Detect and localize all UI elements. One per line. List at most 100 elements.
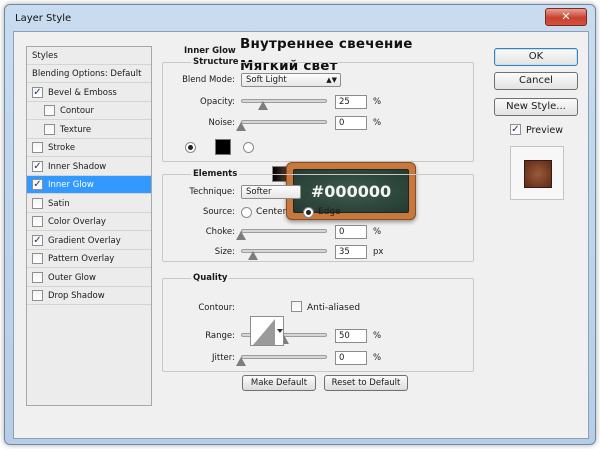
dialog-client: Styles Blending Options: Default ✓ Bevel &… [13,31,589,439]
contour-curve-icon [253,319,283,345]
source-center-label: Center [256,207,287,217]
annotation-inner-glow: Внутреннее свечение [240,36,413,52]
close-icon: ✕ [561,10,571,23]
noise-slider[interactable] [241,120,327,124]
noise-unit: % [373,118,382,128]
blend-mode-select[interactable]: Soft Light ▲▼ [241,73,341,87]
source-edge-radio[interactable] [303,207,314,218]
structure-title: Structure [191,57,241,67]
style-checkbox[interactable] [32,142,43,153]
noise-input[interactable]: 0 [335,116,367,130]
section-title-inner-glow: Inner Glow [184,46,236,56]
glow-color-swatch[interactable] [215,139,231,155]
close-button[interactable]: ✕ [545,8,587,26]
style-item-label: Drop Shadow [48,291,105,301]
style-checkbox[interactable]: ✓ [32,179,43,190]
styles-list-item[interactable]: Pattern Overlay [27,250,151,268]
blend-mode-value: Soft Light [246,75,287,85]
jitter-input[interactable]: 0 [335,351,367,365]
styles-list-header[interactable]: Styles [27,47,151,65]
style-preview [510,146,564,200]
style-checkbox[interactable] [32,253,43,264]
styles-list-item[interactable]: Color Overlay [27,213,151,231]
preview-checkbox[interactable]: ✓ [510,124,521,135]
style-checkbox[interactable]: ✓ [32,160,43,172]
style-checkbox[interactable] [44,105,55,116]
jitter-unit: % [373,353,382,363]
layer-style-window: Layer Style ✕ Styles Blending Options: D… [4,4,596,445]
opacity-slider-thumb[interactable] [257,101,268,110]
choke-input[interactable]: 0 [335,225,367,239]
source-edge-label: Edge [318,207,341,217]
style-item-label: Blending Options: Default [32,69,142,79]
jitter-label: Jitter: [212,353,235,363]
select-arrow-icon: ▲▼ [326,76,337,84]
range-label: Range: [205,331,235,341]
title-bar: Layer Style ✕ [5,5,595,31]
range-input[interactable]: 50 [335,329,367,343]
reset-default-button[interactable]: Reset to Default [324,375,408,391]
style-item-label: Contour [60,106,94,116]
window-title: Layer Style [15,13,72,24]
style-item-label: Inner Glow [48,180,94,190]
styles-list-item[interactable]: Satin [27,195,151,213]
choke-slider-thumb[interactable] [236,231,246,240]
opacity-input[interactable]: 25 [335,95,367,109]
styles-list-item[interactable]: Texture [27,121,151,139]
ok-button[interactable]: OK [494,48,578,66]
contour-label: Contour: [198,303,235,313]
new-style-button[interactable]: New Style... [494,98,578,116]
styles-list-item[interactable]: ✓ Gradient Overlay [27,232,151,250]
anti-aliased-label: Anti-aliased [307,303,361,313]
size-unit: px [373,247,384,257]
style-checkbox[interactable] [32,216,43,227]
styles-header-label: Styles [32,51,58,61]
technique-value: Softer [246,187,272,197]
elements-title: Elements [191,169,240,179]
style-checkbox[interactable] [32,271,43,283]
cancel-button[interactable]: Cancel [494,72,578,90]
source-center-radio[interactable] [241,207,252,218]
size-slider-thumb[interactable] [248,251,259,260]
gradient-radio[interactable] [243,142,254,153]
styles-list-item[interactable]: Blending Options: Default [27,65,151,83]
styles-list-item[interactable]: ✓ Inner Glow [27,176,151,194]
style-checkbox[interactable] [44,123,55,135]
choke-slider[interactable] [241,229,327,233]
styles-list-item[interactable]: Stroke [27,139,151,157]
size-input[interactable]: 35 [335,245,367,259]
styles-list-item[interactable]: Drop Shadow [27,287,151,305]
style-checkbox[interactable]: ✓ [32,234,43,246]
anti-aliased-checkbox[interactable] [291,301,302,312]
style-checkbox[interactable] [32,290,43,301]
style-checkbox[interactable]: ✓ [32,86,43,98]
source-label: Source: [202,207,235,217]
preview-swatch [524,160,552,188]
opacity-slider[interactable] [241,99,327,103]
styles-list: Styles Blending Options: Default ✓ Bevel &… [26,46,152,406]
make-default-button[interactable]: Make Default [242,375,316,391]
contour-picker[interactable] [250,316,284,346]
preview-label: Preview [526,125,563,136]
technique-select[interactable]: Softer [241,185,301,199]
opacity-unit: % [373,97,382,107]
style-item-label: Color Overlay [48,217,106,227]
styles-list-item[interactable]: ✓ Bevel & Emboss [27,84,151,102]
elements-group: Elements Technique: Softer Source: Cente… [162,169,474,262]
styles-list-item[interactable]: Outer Glow [27,269,151,287]
jitter-slider-thumb[interactable] [236,357,246,366]
technique-label: Technique: [189,187,235,197]
style-item-label: Pattern Overlay [48,254,115,264]
jitter-slider[interactable] [241,355,327,359]
noise-slider-thumb[interactable] [236,122,246,131]
styles-list-item[interactable]: ✓ Inner Shadow [27,158,151,176]
style-item-label: Bevel & Emboss [48,87,117,98]
style-item-label: Satin [48,198,70,209]
choke-label: Choke: [205,227,235,237]
color-radio[interactable] [185,142,196,153]
style-checkbox[interactable] [32,197,43,209]
styles-list-item[interactable]: Contour [27,102,151,120]
style-item-label: Inner Shadow [48,161,107,172]
style-item-label: Gradient Overlay [48,235,121,246]
structure-group: Structure Blend Mode: Soft Light ▲▼ Opac… [162,57,474,162]
